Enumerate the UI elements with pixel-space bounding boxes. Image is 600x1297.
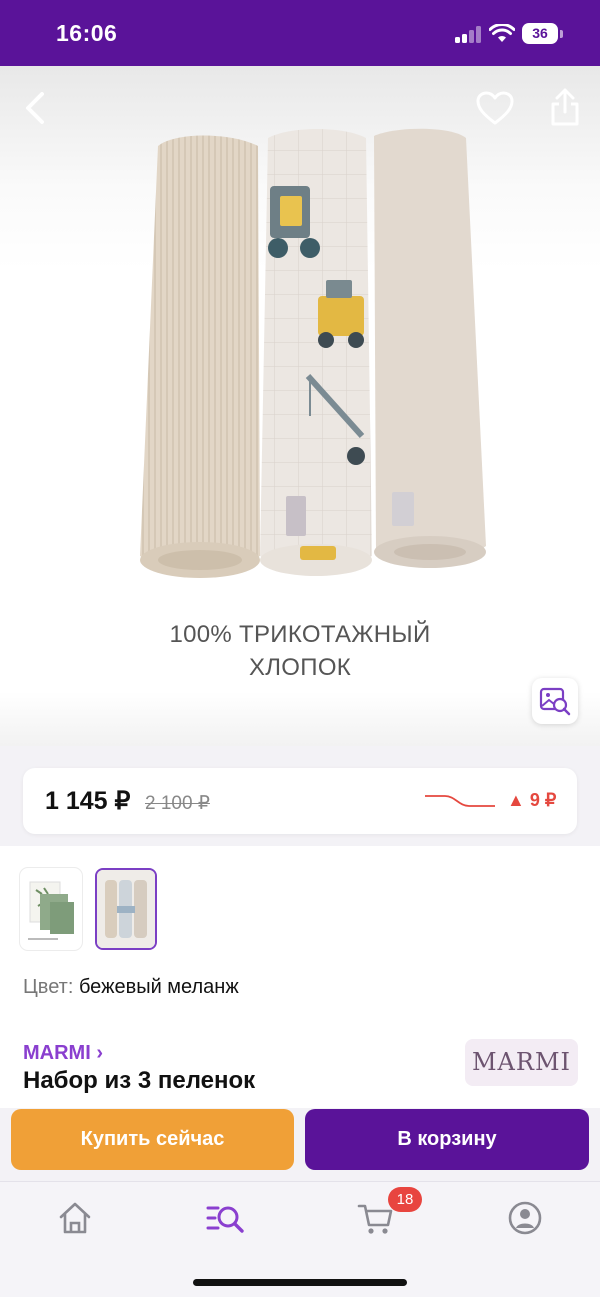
- color-info: Цвет: бежевый меланж: [23, 976, 239, 999]
- cellular-signal-icon: [455, 26, 483, 43]
- product-image-gallery[interactable]: 100% ТРИКОТАЖНЫЙ ХЛОПОК: [0, 66, 600, 746]
- color-variant-thumbnail[interactable]: [20, 868, 82, 950]
- home-icon[interactable]: [55, 1198, 95, 1238]
- battery-indicator: 36: [522, 23, 558, 44]
- wifi-icon: [489, 24, 515, 42]
- image-caption-line1: 100% ТРИКОТАЖНЫЙ: [169, 621, 431, 648]
- battery-tip: [560, 30, 563, 38]
- swaddle-rolls-image: [140, 128, 486, 578]
- current-price: 1 145 ₽: [45, 787, 131, 815]
- price-change: ▲ 9 ₽: [507, 790, 557, 810]
- home-indicator[interactable]: [193, 1279, 407, 1286]
- price-card[interactable]: 1 145 ₽ 2 100 ₽ ▲ 9 ₽: [23, 768, 577, 834]
- share-icon[interactable]: [547, 86, 583, 128]
- brand-logo[interactable]: MARMI: [465, 1039, 578, 1086]
- product-title: Набор из 3 пеленок: [23, 1067, 256, 1094]
- product-details: Цвет: бежевый меланж MARMI › Набор из 3 …: [0, 846, 600, 1108]
- color-label: Цвет:: [23, 976, 74, 998]
- color-variant-thumbnail-selected[interactable]: [95, 868, 157, 950]
- price-history-sparkline: [425, 795, 495, 807]
- image-caption-line2: ХЛОПОК: [248, 654, 352, 681]
- brand-link[interactable]: MARMI ›: [23, 1042, 103, 1065]
- profile-icon[interactable]: [505, 1198, 545, 1238]
- variant-image-leaves: [28, 881, 74, 940]
- status-bar: 16:06 36: [0, 0, 600, 66]
- color-value: бежевый меланж: [78, 976, 239, 998]
- catalog-search-icon[interactable]: [205, 1198, 245, 1238]
- image-caption: 100% ТРИКОТАЖНЫЙ ХЛОПОК: [0, 618, 600, 684]
- buy-now-button[interactable]: Купить сейчас: [11, 1109, 294, 1170]
- heart-icon[interactable]: [475, 90, 515, 126]
- back-arrow-icon[interactable]: [18, 88, 54, 128]
- status-time: 16:06: [56, 20, 118, 46]
- old-price: 2 100 ₽: [145, 793, 210, 814]
- image-search-icon: [539, 687, 571, 716]
- add-to-cart-button[interactable]: В корзину: [305, 1109, 589, 1170]
- visual-search-button[interactable]: [532, 678, 578, 724]
- cart-count-badge: 18: [388, 1187, 422, 1212]
- variant-image-beige: [97, 870, 155, 948]
